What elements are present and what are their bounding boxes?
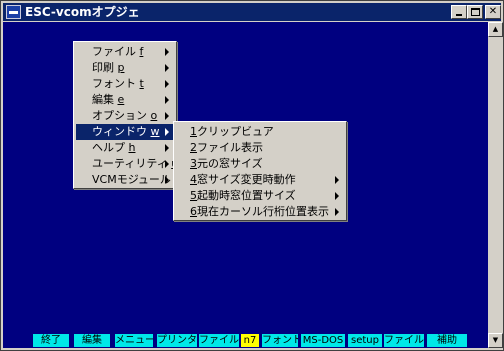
submenu-arrow-icon <box>335 208 339 216</box>
minimize-button[interactable] <box>451 5 467 19</box>
scroll-down-button[interactable]: ▼ <box>488 333 503 348</box>
window-title: ESC-vcomオプジェ <box>25 5 140 19</box>
submenu-item-file-display[interactable]: 2ファイル表示 <box>176 140 344 156</box>
menu-item-key: o <box>150 109 158 122</box>
submenu-item-number: 2 <box>190 141 197 154</box>
vertical-scrollbar[interactable]: ▲ ▼ <box>488 22 503 348</box>
menu-item-key: f <box>139 45 144 58</box>
menu-item-label: ウィンドウ <box>92 125 147 138</box>
submenu-arrow-icon <box>335 192 339 200</box>
fkey-n7[interactable]: n7 <box>241 334 259 347</box>
submenu-arrow-icon <box>165 80 169 88</box>
fkey-file-receive[interactable]: ファイル受 <box>199 334 239 347</box>
menu-item-label: ユーティリティ <box>92 157 168 170</box>
submenu-item-number: 1 <box>190 125 197 138</box>
menu-item-key: p <box>117 61 125 74</box>
close-button[interactable]: ✕ <box>485 5 501 19</box>
menu-item-label: フォント <box>92 77 136 90</box>
close-icon: ✕ <box>488 6 498 17</box>
menu-item-label: オプション <box>92 109 147 122</box>
fkey-ms-dos[interactable]: MS-DOS <box>301 334 345 347</box>
submenu-item-label: 現在カーソル行桁位置表示 <box>197 205 329 218</box>
fkey-printer[interactable]: プリンター <box>157 334 197 347</box>
menu-item-help[interactable]: ヘルプ h <box>76 140 174 156</box>
app-icon[interactable] <box>6 5 21 19</box>
submenu-item-number: 4 <box>190 173 197 186</box>
submenu-arrow-icon <box>165 48 169 56</box>
menu-item-key: e <box>117 93 125 106</box>
submenu-arrow-icon <box>165 128 169 136</box>
main-menu: ファイル f 印刷 p フォント t 編集 e オプション o ウィンドウ w … <box>73 41 178 189</box>
submenu-item-label: 窓サイズ変更時動作 <box>197 173 296 186</box>
menu-item-key: w <box>150 125 160 138</box>
menu-item-window[interactable]: ウィンドウ w <box>76 124 174 140</box>
menu-item-option[interactable]: オプション o <box>76 108 174 124</box>
menu-item-label: 編集 <box>92 93 114 106</box>
menu-item-file[interactable]: ファイル f <box>76 44 174 60</box>
menu-item-label: 印刷 <box>92 61 114 74</box>
submenu-item-resize-behavior[interactable]: 4窓サイズ変更時動作 <box>176 172 344 188</box>
fkey-exit[interactable]: 終了 <box>33 334 69 347</box>
maximize-button[interactable] <box>467 5 483 19</box>
fkey-edit[interactable]: 編集 <box>74 334 110 347</box>
submenu-arrow-icon <box>165 160 169 168</box>
window-submenu: 1クリップビュア 2ファイル表示 3元の窓サイズ 4窓サイズ変更時動作 5起動時… <box>173 121 347 221</box>
triangle-up-icon: ▲ <box>492 25 499 33</box>
menu-item-edit[interactable]: 編集 e <box>76 92 174 108</box>
submenu-item-number: 6 <box>190 205 197 218</box>
fkey-font[interactable]: フォント <box>262 334 298 347</box>
fkey-auxiliary[interactable]: 補助 <box>427 334 467 347</box>
submenu-item-label: ファイル表示 <box>197 141 263 154</box>
title-bar[interactable]: ESC-vcomオプジェ ✕ <box>3 3 501 21</box>
submenu-item-number: 3 <box>190 157 197 170</box>
submenu-arrow-icon <box>165 96 169 104</box>
fkey-file-send[interactable]: ファイル送 <box>384 334 424 347</box>
submenu-item-number: 5 <box>190 189 197 202</box>
menu-item-key: t <box>139 77 144 90</box>
menu-item-key: h <box>128 141 136 154</box>
app-window: ESC-vcomオプジェ ✕ ▲ ▼ ファイル f 印刷 p フォント t 編集… <box>0 0 504 351</box>
menu-item-vcm-module[interactable]: VCMモジュール <box>76 172 174 188</box>
fkey-menu[interactable]: メニュー <box>115 334 153 347</box>
menu-item-font[interactable]: フォント t <box>76 76 174 92</box>
submenu-item-startup-position[interactable]: 5起動時窓位置サイズ <box>176 188 344 204</box>
menu-item-label: ファイル <box>92 45 136 58</box>
submenu-arrow-icon <box>335 176 339 184</box>
submenu-item-clip-viewer[interactable]: 1クリップビュア <box>176 124 344 140</box>
function-key-bar: 終了 編集 メニュー プリンター ファイル受 n7 フォント MS-DOS se… <box>1 334 486 347</box>
menu-item-utility[interactable]: ユーティリティ u <box>76 156 178 172</box>
scroll-up-button[interactable]: ▲ <box>488 22 503 37</box>
submenu-arrow-icon <box>165 112 169 120</box>
submenu-arrow-icon <box>165 176 169 184</box>
submenu-item-cursor-position[interactable]: 6現在カーソル行桁位置表示 <box>176 204 344 220</box>
menu-item-label: ヘルプ <box>92 141 125 154</box>
menu-item-label: VCMモジュール <box>92 173 171 186</box>
submenu-arrow-icon <box>165 64 169 72</box>
fkey-setup[interactable]: setup <box>348 334 382 347</box>
submenu-item-original-size[interactable]: 3元の窓サイズ <box>176 156 344 172</box>
submenu-item-label: 元の窓サイズ <box>197 157 263 170</box>
minimize-icon <box>456 14 462 16</box>
triangle-down-icon: ▼ <box>492 336 499 344</box>
submenu-arrow-icon <box>165 144 169 152</box>
submenu-item-label: 起動時窓位置サイズ <box>197 189 296 202</box>
maximize-icon <box>471 8 480 16</box>
submenu-item-label: クリップビュア <box>197 125 274 138</box>
menu-item-print[interactable]: 印刷 p <box>76 60 174 76</box>
